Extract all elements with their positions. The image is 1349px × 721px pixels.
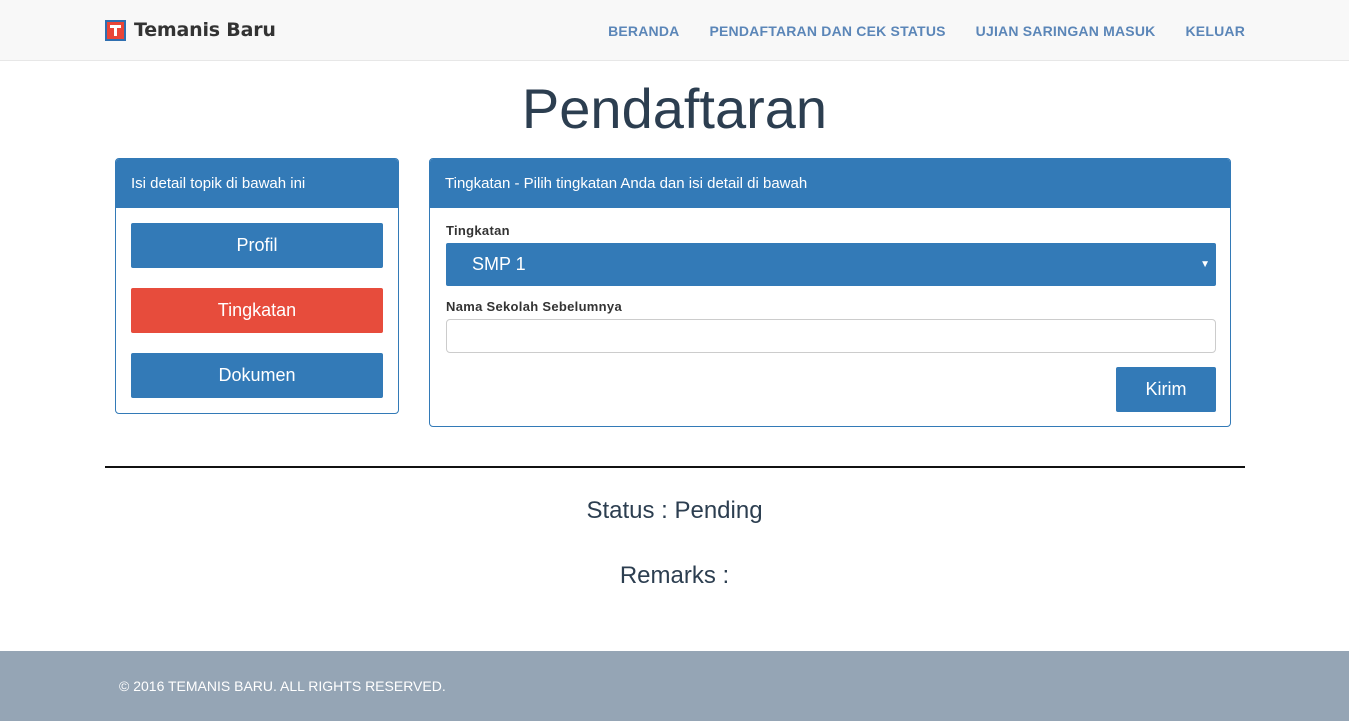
brand-link[interactable]: Temanis Baru <box>105 19 276 41</box>
nav-link-ujian[interactable]: UJIAN SARINGAN MASUK <box>976 23 1156 39</box>
school-label: Nama Sekolah Sebelumnya <box>446 299 622 314</box>
nav-link-keluar[interactable]: KELUAR <box>1185 23 1245 39</box>
caret-down-icon: ▼ <box>1200 259 1210 270</box>
status-text: Status : Pending <box>586 497 763 524</box>
footer: © 2016 TEMANIS BARU. ALL RIGHTS RESERVED… <box>0 651 1349 721</box>
topic-panel-heading: Isi detail topik di bawah ini <box>116 159 398 208</box>
level-select-value: SMP 1 <box>472 254 526 274</box>
nav-link-beranda[interactable]: BERANDA <box>608 23 679 39</box>
remarks-text: Remarks : <box>619 562 730 589</box>
main-nav: BERANDA PENDAFTARAN DAN CEK STATUS UJIAN… <box>578 0 1245 61</box>
nav-link-pendaftaran[interactable]: PENDAFTARAN DAN CEK STATUS <box>709 23 945 39</box>
top-navbar: Temanis Baru BERANDA PENDAFTARAN DAN CEK… <box>0 0 1349 61</box>
level-label: Tingkatan <box>446 223 510 238</box>
dokumen-button[interactable]: Dokumen <box>131 353 383 398</box>
section-divider <box>105 466 1245 468</box>
tingkatan-button[interactable]: Tingkatan <box>131 288 383 333</box>
submit-button[interactable]: Kirim <box>1116 367 1216 412</box>
topic-panel: Isi detail topik di bawah ini Profil Tin… <box>115 158 399 414</box>
level-select[interactable]: SMP 1 ▼ <box>446 243 1216 286</box>
profil-button[interactable]: Profil <box>131 223 383 268</box>
level-form-panel: Tingkatan - Pilih tingkatan Anda dan isi… <box>429 158 1231 427</box>
footer-copyright: © 2016 TEMANIS BARU. ALL RIGHTS RESERVED… <box>119 678 446 694</box>
level-form-heading: Tingkatan - Pilih tingkatan Anda dan isi… <box>430 159 1230 208</box>
temanis-logo-icon <box>105 19 126 41</box>
previous-school-input[interactable] <box>446 319 1216 353</box>
page-title: Pendaftaran <box>521 77 828 140</box>
brand-name: Temanis Baru <box>134 19 276 41</box>
